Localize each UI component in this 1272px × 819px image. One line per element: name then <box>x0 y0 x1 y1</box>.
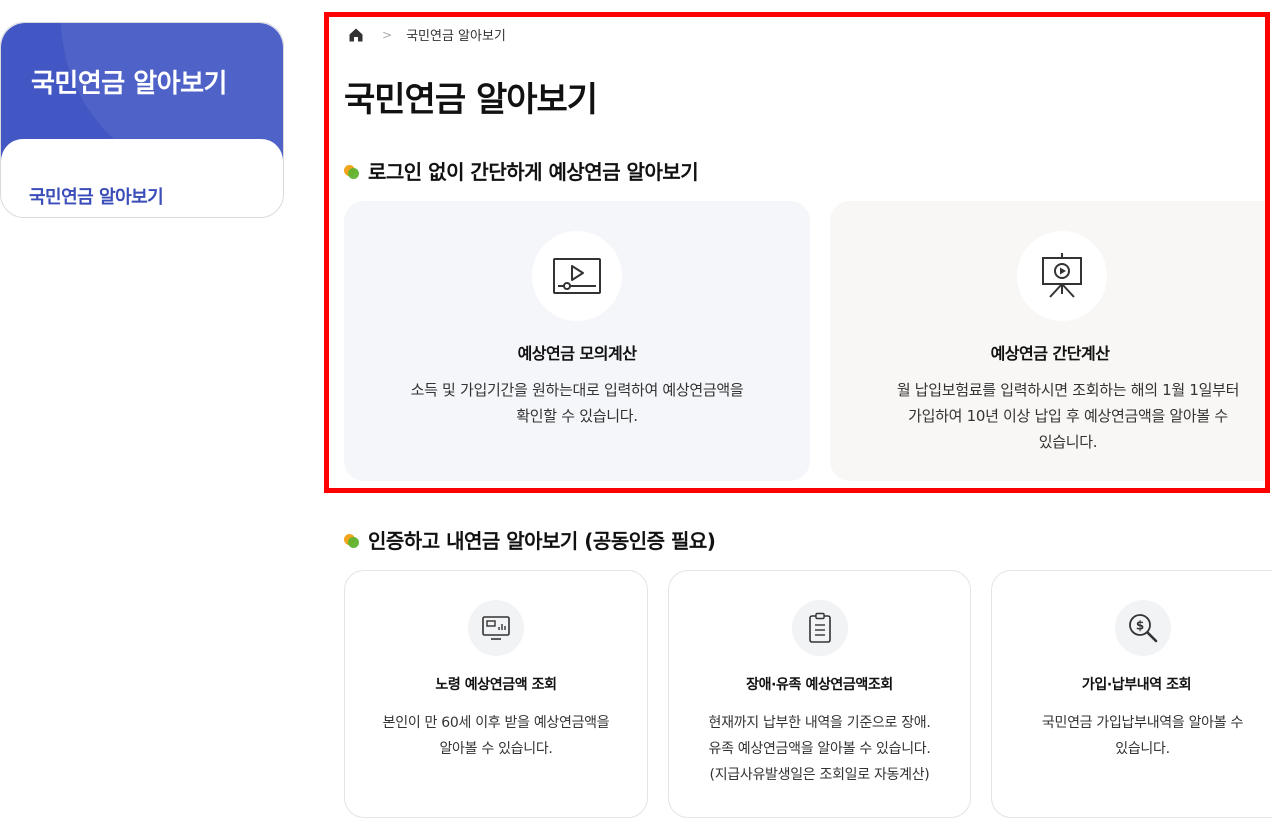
video-play-icon <box>532 231 622 321</box>
card-old-age-pension-inquiry[interactable]: 노령 예상연금액 조회 본인이 만 60세 이후 받을 예상연금액을 알아볼 수… <box>344 570 648 818</box>
home-icon[interactable] <box>348 27 364 43</box>
sidebar: 국민연금 알아보기 국민연금 알아보기 <box>0 22 284 218</box>
bullet-dot-icon <box>344 532 360 548</box>
page-title: 국민연금 알아보기 <box>344 80 598 120</box>
card-description-line: 확인할 수 있습니다. <box>516 407 638 425</box>
sidebar-item-national-pension[interactable]: 국민연금 알아보기 <box>29 183 164 209</box>
card-description: 본인이 만 60세 이후 받을 예상연금액을 알아볼 수 있습니다. <box>357 710 635 762</box>
card-description-line: 국민연금 가입납부내역을 알아볼 수 <box>1041 715 1244 731</box>
bullet-dot-icon <box>344 163 360 179</box>
sidebar-title: 국민연금 알아보기 <box>31 69 227 99</box>
section-title-auth-text: 인증하고 내연금 알아보기 (공동인증 필요) <box>368 529 716 553</box>
section-title-auth: 인증하고 내연금 알아보기 (공동인증 필요) <box>344 525 716 554</box>
card-simulated-pension-calc[interactable]: 예상연금 모의계산 소득 및 가입기간을 원하는대로 입력하여 예상연금액을 확… <box>344 201 810 481</box>
card-title: 노령 예상연금액 조회 <box>435 677 557 693</box>
card-description: 국민연금 가입납부내역을 알아볼 수 있습니다. <box>1016 710 1269 762</box>
card-title: 예상연금 간단계산 <box>990 344 1110 363</box>
card-description-line: 유족 예상연금액을 알아볼 수 있습니다. <box>708 741 931 757</box>
dollar-search-icon: $ <box>1115 600 1171 656</box>
monitor-chart-icon <box>468 600 524 656</box>
card-description-line: 있습니다. <box>1038 433 1098 451</box>
clipboard-icon <box>792 600 848 656</box>
card-description-line: 본인이 만 60세 이후 받을 예상연금액을 <box>382 715 610 731</box>
card-title: 장애·유족 예상연금액조회 <box>746 677 893 693</box>
section-title-guest-text: 로그인 없이 간단하게 예상연금 알아보기 <box>368 160 699 184</box>
card-simple-pension-calc[interactable]: 예상연금 간단계산 월 납입보험료를 입력하시면 조회하는 해의 1월 1일부터… <box>830 201 1270 481</box>
presentation-play-icon <box>1017 231 1107 321</box>
card-description-line: 있습니다. <box>1115 741 1170 757</box>
card-description-line: 알아볼 수 있습니다. <box>439 741 553 757</box>
card-enrollment-payment-history[interactable]: $ 가입·납부내역 조회 국민연금 가입납부내역을 알아볼 수 있습니다. <box>991 570 1272 818</box>
card-description: 소득 및 가입기간을 원하는대로 입력하여 예상연금액을 확인할 수 있습니다. <box>384 377 770 429</box>
card-description-line: 소득 및 가입기간을 원하는대로 입력하여 예상연금액을 <box>410 381 744 399</box>
card-description-line: 현재까지 납부한 내역을 기준으로 장애. <box>708 715 931 731</box>
card-title: 가입·납부내역 조회 <box>1081 677 1192 693</box>
breadcrumb-separator: > <box>382 27 393 42</box>
breadcrumb-current[interactable]: 국민연금 알아보기 <box>406 25 506 44</box>
section-title-guest: 로그인 없이 간단하게 예상연금 알아보기 <box>344 156 699 185</box>
card-description: 월 납입보험료를 입력하시면 조회하는 해의 1월 1일부터 가입하여 10년 … <box>868 377 1268 455</box>
card-disability-survivor-pension-inquiry[interactable]: 장애·유족 예상연금액조회 현재까지 납부한 내역을 기준으로 장애. 유족 예… <box>668 570 971 818</box>
card-description-line: (지급사유발생일은 조회일로 자동계산) <box>709 767 930 783</box>
breadcrumb: > 국민연금 알아보기 <box>348 25 506 44</box>
card-description-line: 가입하여 10년 이상 납입 후 예상연금액을 알아볼 수 <box>908 407 1228 425</box>
sidebar-menu: 국민연금 알아보기 <box>1 139 283 217</box>
card-title: 예상연금 모의계산 <box>517 344 637 363</box>
card-description: 현재까지 납부한 내역을 기준으로 장애. 유족 예상연금액을 알아볼 수 있습… <box>681 710 958 788</box>
svg-text:$: $ <box>1136 619 1144 633</box>
card-description-line: 월 납입보험료를 입력하시면 조회하는 해의 1월 1일부터 <box>896 381 1240 399</box>
